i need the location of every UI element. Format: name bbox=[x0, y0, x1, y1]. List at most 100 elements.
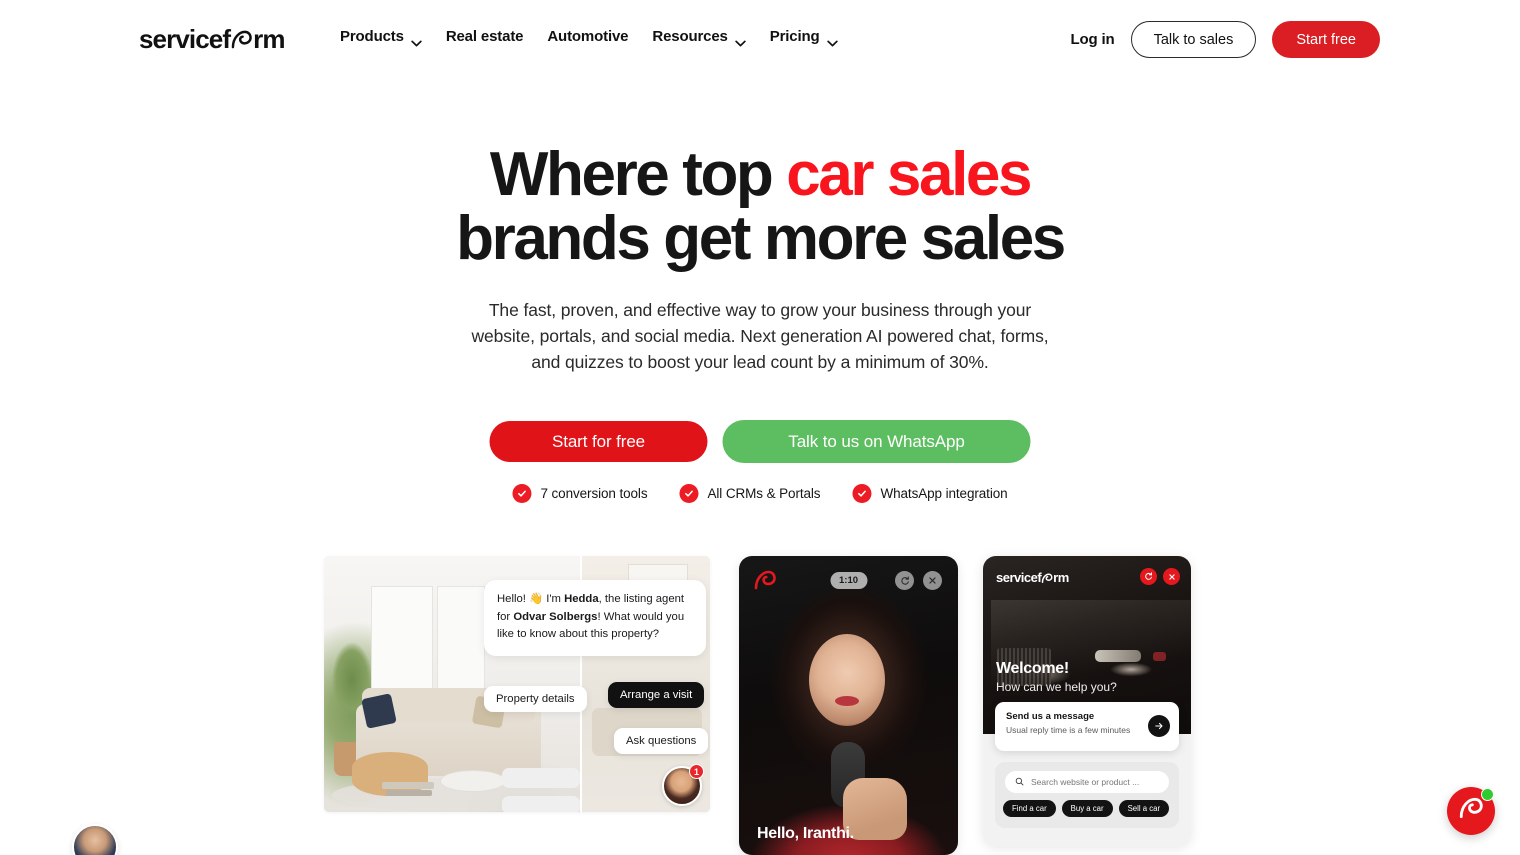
feature-item: 7 conversion tools bbox=[512, 484, 648, 503]
tag-sell-a-car[interactable]: Sell a car bbox=[1118, 800, 1170, 817]
bubble-listing-name: Odvar Solbergs bbox=[513, 610, 598, 623]
nav-item-resources[interactable]: Resources bbox=[652, 28, 746, 47]
brand-logo[interactable]: servicef rm bbox=[139, 23, 285, 55]
talk-to-sales-button[interactable]: Talk to sales bbox=[1130, 21, 1257, 58]
brand-logo-text: servicef rm bbox=[139, 26, 285, 52]
serviceform-swoosh-icon bbox=[1458, 797, 1484, 825]
quick-action-tags: Find a car Buy a car Sell a car bbox=[1003, 800, 1170, 817]
tag-find-a-car[interactable]: Find a car bbox=[1003, 800, 1056, 817]
feature-label: All CRMs & Portals bbox=[707, 486, 821, 501]
side-table-decor bbox=[440, 770, 506, 792]
chat-bubble-agent-intro: Hello! 👋 I'm Hedda, the listing agent fo… bbox=[484, 580, 706, 656]
car-taillight-decor bbox=[1153, 652, 1166, 661]
start-free-button[interactable]: Start free bbox=[1272, 21, 1380, 58]
cushion-decor bbox=[361, 693, 397, 729]
primary-navigation: Products Real estate Automotive Resource… bbox=[340, 28, 838, 47]
send-message-title: Send us a message bbox=[1006, 711, 1095, 722]
hero-subtitle: The fast, proven, and effective way to g… bbox=[471, 300, 1049, 372]
nav-item-label: Real estate bbox=[445, 28, 524, 45]
header-actions: Log in Talk to sales Start free bbox=[1070, 21, 1380, 58]
video-timer: 1:10 bbox=[829, 572, 868, 589]
nav-item-products[interactable]: Products bbox=[340, 28, 422, 47]
whatsapp-button[interactable]: Talk to us on WhatsApp bbox=[722, 420, 1031, 463]
car-headlight-decor bbox=[1095, 650, 1141, 662]
chip-arrange-a-visit[interactable]: Arrange a visit bbox=[608, 682, 705, 708]
nav-item-label: Products bbox=[340, 28, 404, 45]
brand-logo-text-after: rm bbox=[253, 24, 285, 54]
headline-accent: car sales bbox=[786, 140, 1032, 209]
search-placeholder-text: Search website or product ... bbox=[1031, 777, 1140, 787]
page-title: Where top car sales brands get more sale… bbox=[0, 140, 1520, 274]
widget-welcome-title: Welcome! bbox=[996, 660, 1069, 677]
product-showcase: Hello! 👋 I'm Hedda, the listing agent fo… bbox=[0, 556, 1520, 855]
brand-logo-text-before: servicef bbox=[139, 24, 231, 54]
check-circle-icon bbox=[512, 484, 532, 503]
restart-icon[interactable] bbox=[1140, 568, 1157, 585]
restart-icon[interactable] bbox=[895, 571, 914, 590]
start-for-free-button[interactable]: Start for free bbox=[489, 421, 708, 462]
video-chat-card[interactable]: 1:10 Hello, Iranthi. bbox=[739, 556, 958, 855]
books-decor bbox=[386, 790, 432, 796]
nav-item-automotive[interactable]: Automotive bbox=[547, 28, 628, 45]
headline-line-2: brands get more sales bbox=[456, 204, 1066, 274]
video-subject-lips bbox=[835, 696, 859, 706]
nav-item-pricing[interactable]: Pricing bbox=[769, 28, 838, 47]
placeholder-bar bbox=[502, 796, 580, 812]
bubble-text-2: I'm bbox=[543, 593, 565, 605]
close-icon[interactable] bbox=[1163, 568, 1180, 585]
tag-buy-a-car[interactable]: Buy a car bbox=[1061, 800, 1113, 817]
wall-frame-decor bbox=[437, 586, 485, 694]
placeholder-bar bbox=[502, 768, 580, 788]
send-message-subtitle: Usual reply time is a few minutes bbox=[1006, 725, 1131, 735]
send-message-card[interactable]: Send us a message Usual reply time is a … bbox=[995, 702, 1179, 751]
nav-item-label: Pricing bbox=[769, 28, 820, 45]
check-circle-icon bbox=[852, 484, 872, 503]
chevron-down-icon bbox=[735, 34, 746, 47]
search-icon bbox=[1015, 777, 1024, 788]
nav-item-label: Resources bbox=[652, 28, 728, 45]
wave-emoji-icon: 👋 bbox=[529, 593, 544, 605]
page-root: servicef rm Products Real estate Automot… bbox=[0, 0, 1520, 855]
login-link[interactable]: Log in bbox=[1070, 31, 1114, 48]
serviceform-swoosh-icon bbox=[230, 28, 253, 49]
close-icon[interactable] bbox=[923, 571, 942, 590]
hero-cta-row: Start for free Talk to us on WhatsApp bbox=[489, 420, 1031, 463]
feature-item: All CRMs & Portals bbox=[679, 484, 821, 503]
online-status-dot bbox=[1481, 788, 1494, 801]
video-caption: Hello, Iranthi. bbox=[757, 825, 854, 842]
notification-badge: 1 bbox=[689, 764, 704, 779]
feature-item: WhatsApp integration bbox=[852, 484, 1008, 503]
widget-logo-after: rm bbox=[1053, 570, 1069, 585]
bubble-agent-name: Hedda bbox=[564, 593, 599, 605]
realestate-chat-card[interactable]: Hello! 👋 I'm Hedda, the listing agent fo… bbox=[324, 556, 710, 812]
widget-welcome-subtitle: How can we help you? bbox=[996, 680, 1117, 694]
nav-item-real-estate[interactable]: Real estate bbox=[446, 28, 524, 45]
chip-ask-questions[interactable]: Ask questions bbox=[614, 728, 709, 754]
feature-label: 7 conversion tools bbox=[540, 486, 648, 501]
widget-brand-logo: servicef rm bbox=[996, 570, 1069, 585]
widget-header-actions bbox=[1140, 568, 1180, 585]
chat-launcher-button[interactable] bbox=[1447, 787, 1495, 835]
agent-avatar-wrap[interactable]: 1 bbox=[662, 764, 704, 806]
arrow-right-icon[interactable] bbox=[1148, 715, 1170, 737]
headline-line-1: Where top car sales bbox=[489, 140, 1033, 209]
hero-feature-list: 7 conversion tools All CRMs & Portals Wh… bbox=[512, 484, 1008, 503]
chevron-down-icon bbox=[411, 34, 422, 47]
headline-plain: Where top bbox=[489, 140, 787, 209]
feature-label: WhatsApp integration bbox=[880, 486, 1008, 501]
chat-widget-card[interactable]: servicef rm Welcome! How can we help you… bbox=[983, 556, 1191, 846]
wall-frame-decor bbox=[371, 586, 433, 694]
widget-search-panel: Search website or product ... Find a car… bbox=[995, 762, 1179, 828]
nav-item-label: Automotive bbox=[547, 28, 629, 45]
search-input[interactable]: Search website or product ... bbox=[1005, 771, 1169, 793]
serviceform-swoosh-icon bbox=[1041, 572, 1053, 583]
secondary-avatar bbox=[72, 824, 118, 855]
widget-logo-before: servicef bbox=[996, 570, 1042, 585]
books-decor bbox=[382, 782, 434, 789]
video-subject-face bbox=[809, 634, 885, 726]
bubble-text-1: Hello! bbox=[497, 593, 530, 605]
serviceform-swoosh-icon bbox=[753, 570, 777, 591]
chevron-down-icon bbox=[826, 34, 838, 47]
site-header: servicef rm Products Real estate Automot… bbox=[0, 0, 1520, 78]
chip-property-details[interactable]: Property details bbox=[484, 686, 587, 712]
